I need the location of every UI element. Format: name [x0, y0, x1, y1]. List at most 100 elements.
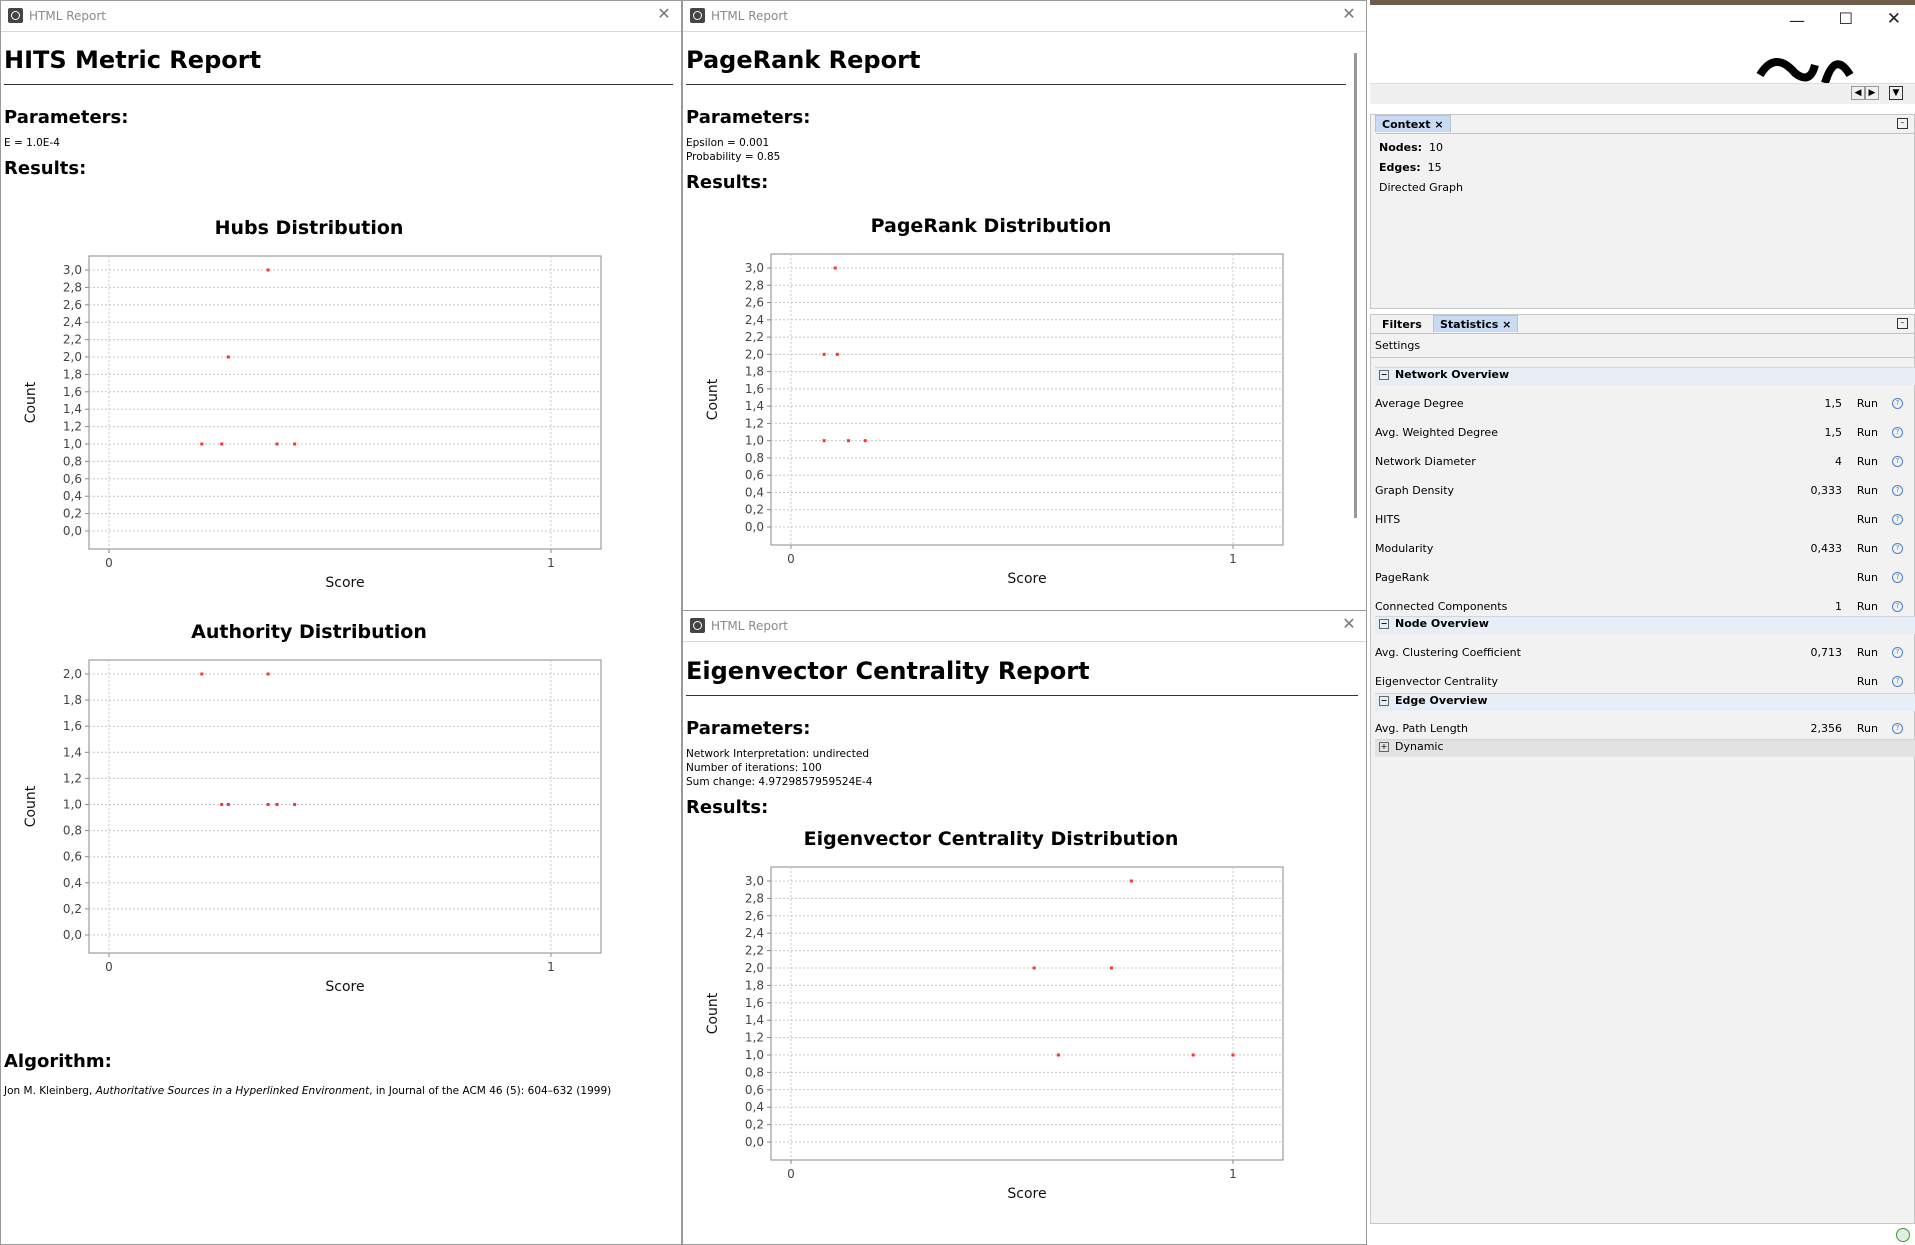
- results-heading: Results:: [4, 158, 87, 179]
- data-point: [1191, 1053, 1195, 1057]
- y-tick-label: 1,6: [745, 996, 764, 1010]
- nodes-value: 10: [1429, 141, 1444, 154]
- run-button[interactable]: Run: [1857, 646, 1878, 659]
- stat-label: Graph Density: [1375, 484, 1455, 497]
- settings-link[interactable]: Settings: [1375, 339, 1420, 352]
- y-tick-label: 2,6: [745, 296, 764, 310]
- stat-label: Avg. Path Length: [1375, 722, 1468, 735]
- panel-minimize-icon[interactable]: –: [1897, 118, 1908, 129]
- help-icon[interactable]: ?: [1892, 647, 1903, 658]
- status-icon: [1896, 1228, 1910, 1242]
- close-button[interactable]: ✕: [1887, 9, 1901, 29]
- collapse-icon[interactable]: −: [1379, 696, 1389, 706]
- tab-context[interactable]: Context ×: [1375, 115, 1451, 132]
- title-bar[interactable]: HTML Report ✕: [683, 1, 1366, 32]
- authority-chart: Authority Distribution 0,0 0,2 0,4 0,6 0,8 1,0…: [9, 621, 609, 1021]
- data-point: [266, 672, 270, 676]
- help-icon[interactable]: ?: [1892, 456, 1903, 467]
- data-point: [835, 352, 839, 356]
- close-icon[interactable]: ✕: [1340, 5, 1358, 23]
- data-point: [226, 803, 230, 806]
- app-logo-icon: [1755, 45, 1855, 85]
- maximize-button[interactable]: ☐: [1839, 9, 1853, 28]
- nav-left-icon[interactable]: ◀: [1851, 86, 1865, 100]
- stat-row: Eigenvector Centrality Run?: [1375, 675, 1915, 691]
- tab-close-icon[interactable]: ×: [1434, 118, 1443, 131]
- group-label: Edge Overview: [1395, 694, 1488, 707]
- expand-icon[interactable]: +: [1379, 742, 1389, 752]
- y-tick-label: 1,6: [745, 382, 764, 396]
- stat-value: 1,5: [1824, 397, 1843, 410]
- y-tick-label: 3,0: [745, 261, 764, 275]
- y-tick-label: 2,8: [63, 280, 82, 294]
- dropdown-icon[interactable]: ▼: [1889, 86, 1903, 100]
- collapse-icon[interactable]: −: [1379, 619, 1389, 629]
- help-icon[interactable]: ?: [1892, 543, 1903, 554]
- help-icon[interactable]: ?: [1892, 723, 1903, 734]
- algorithm-reference: Jon M. Kleinberg, Authoritative Sources …: [4, 1084, 673, 1098]
- panel-minimize-icon[interactable]: –: [1897, 318, 1908, 329]
- chart-svg: 0,0 0,2 0,4 0,6 0,8 1,0 1,2 1,4 1,6 1,8 2,0 2,2 2,4 2…: [23, 255, 602, 591]
- y-tick-label: 1,0: [745, 1048, 764, 1062]
- tab-filters[interactable]: Filters: [1375, 315, 1429, 332]
- window-title: HTML Report: [29, 9, 106, 23]
- run-button[interactable]: Run: [1857, 484, 1878, 497]
- window-controls: — ☐ ✕: [1370, 5, 1915, 45]
- group-node-overview[interactable]: − Node Overview: [1375, 616, 1915, 634]
- run-button[interactable]: Run: [1857, 455, 1878, 468]
- run-button[interactable]: Run: [1857, 542, 1878, 555]
- run-button[interactable]: Run: [1857, 426, 1878, 439]
- run-button[interactable]: Run: [1857, 600, 1878, 613]
- context-panel: Context × – Nodes: 10 Edges: 15 Directed…: [1370, 114, 1915, 309]
- title-bar[interactable]: HTML Report ✕: [1, 1, 681, 32]
- help-icon[interactable]: ?: [1892, 676, 1903, 687]
- y-tick-label: 0,6: [63, 472, 82, 486]
- collapse-icon[interactable]: −: [1379, 370, 1389, 380]
- y-tick-label: 2,6: [745, 909, 764, 923]
- minimize-button[interactable]: —: [1789, 11, 1805, 30]
- y-tick-label: 0,4: [63, 489, 82, 503]
- stat-value: 0,433: [1810, 542, 1843, 555]
- title-bar[interactable]: HTML Report ✕: [683, 611, 1366, 642]
- window-title: HTML Report: [711, 619, 788, 633]
- stat-row: Average Degree 1,5 Run?: [1375, 397, 1915, 413]
- tab-close-icon[interactable]: ×: [1502, 318, 1511, 331]
- stat-label: Avg. Clustering Coefficient: [1375, 646, 1521, 659]
- group-dynamic[interactable]: + Dynamic: [1375, 739, 1915, 757]
- group-network-overview[interactable]: − Network Overview: [1375, 367, 1915, 385]
- scrollbar[interactable]: [1354, 53, 1357, 518]
- run-button[interactable]: Run: [1857, 675, 1878, 688]
- x-axis-label: Score: [1007, 1186, 1046, 1202]
- group-edge-overview[interactable]: − Edge Overview: [1375, 693, 1915, 711]
- help-icon[interactable]: ?: [1892, 485, 1903, 496]
- nav-right-icon[interactable]: ▶: [1865, 86, 1879, 100]
- y-tick-label: 2,2: [745, 330, 764, 344]
- help-icon[interactable]: ?: [1892, 398, 1903, 409]
- tab-statistics[interactable]: Statistics ×: [1433, 315, 1519, 332]
- data-point: [226, 355, 230, 359]
- help-icon[interactable]: ?: [1892, 514, 1903, 525]
- y-tick-label: 2,2: [745, 944, 764, 958]
- help-icon[interactable]: ?: [1892, 601, 1903, 612]
- y-tick-label: 2,0: [63, 667, 82, 681]
- results-heading: Results:: [686, 797, 769, 818]
- stat-label: Network Diameter: [1375, 455, 1476, 468]
- stat-label: Average Degree: [1375, 397, 1464, 410]
- y-tick-label: 0,8: [63, 824, 82, 838]
- y-tick-label: 2,0: [63, 350, 82, 364]
- help-icon[interactable]: ?: [1892, 572, 1903, 583]
- help-icon[interactable]: ?: [1892, 427, 1903, 438]
- close-icon[interactable]: ✕: [1340, 615, 1358, 633]
- data-point: [293, 442, 297, 446]
- run-button[interactable]: Run: [1857, 513, 1878, 526]
- run-button[interactable]: Run: [1857, 571, 1878, 584]
- x-tick-label: 0: [105, 556, 113, 570]
- statistics-panel: Filters Statistics × – Settings: [1370, 314, 1915, 1224]
- x-tick-label: 0: [787, 1167, 795, 1181]
- pagerank-chart: PageRank Distribution 0,0 0,2 0,4 0,6 0,8 1,0 1…: [691, 215, 1291, 611]
- stat-label: Eigenvector Centrality: [1375, 675, 1499, 688]
- y-tick-label: 0,2: [745, 1118, 764, 1132]
- run-button[interactable]: Run: [1857, 722, 1878, 735]
- run-button[interactable]: Run: [1857, 397, 1878, 410]
- close-icon[interactable]: ✕: [655, 5, 673, 23]
